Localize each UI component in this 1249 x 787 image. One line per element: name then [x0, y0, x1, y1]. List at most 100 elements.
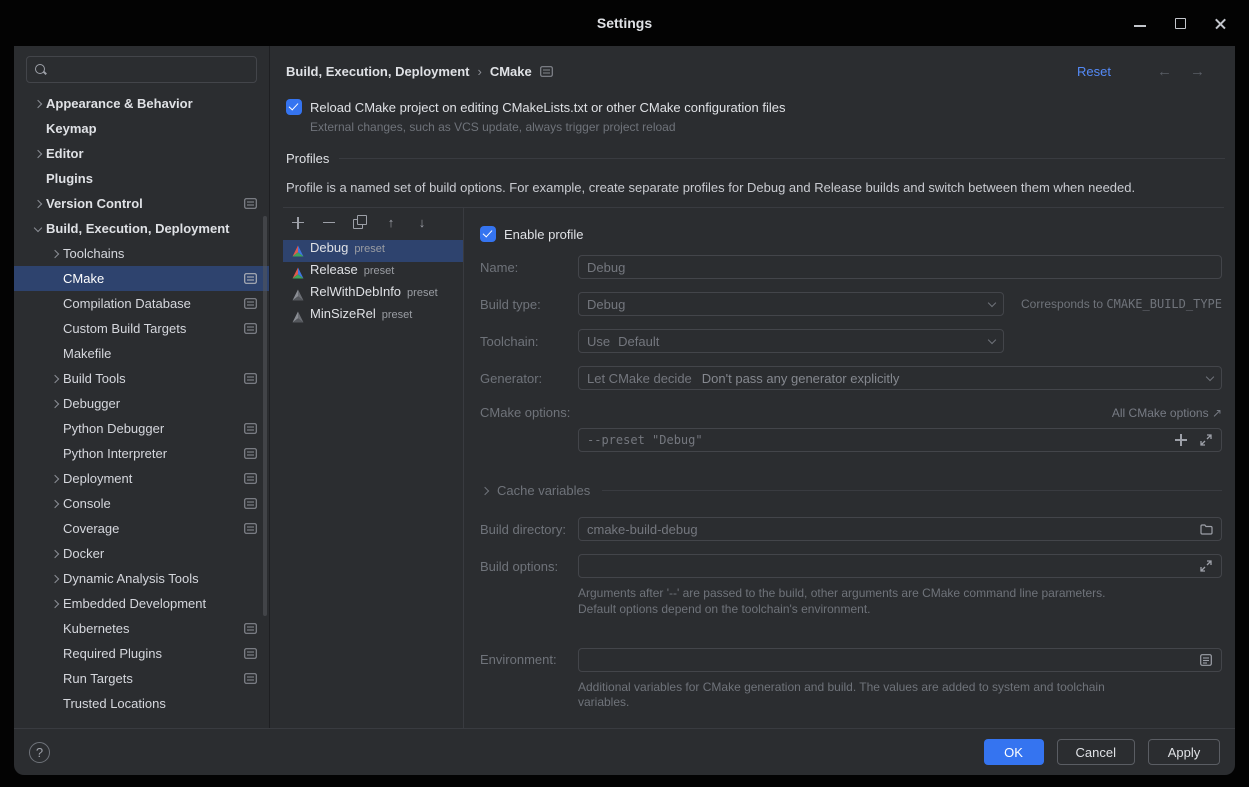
chevron-right-icon[interactable]: [50, 499, 58, 507]
expand-icon[interactable]: [1199, 433, 1213, 447]
environment-field[interactable]: [578, 648, 1222, 672]
breadcrumb-build-execution-deployment[interactable]: Build, Execution, Deployment: [286, 64, 469, 79]
sidebar-item-editor[interactable]: Editor: [14, 141, 269, 166]
maximize-icon[interactable]: [1173, 16, 1187, 30]
sidebar-item-trusted-locations[interactable]: Trusted Locations: [14, 691, 269, 716]
apply-button[interactable]: Apply: [1148, 739, 1220, 765]
sidebar-scrollbar[interactable]: [263, 216, 267, 616]
folder-icon[interactable]: [1199, 522, 1213, 536]
search-input[interactable]: [53, 61, 249, 78]
toolchain-select[interactable]: Use Default: [578, 329, 1004, 353]
chevron-right-icon[interactable]: [50, 574, 58, 582]
enable-profile-checkbox[interactable]: [480, 226, 496, 242]
name-field[interactable]: Debug: [578, 255, 1222, 279]
close-icon[interactable]: [1213, 16, 1227, 30]
cmake-logo-disabled-icon: [292, 311, 304, 323]
build-options-field[interactable]: [578, 554, 1222, 578]
window-controls: [1133, 0, 1227, 46]
forward-icon[interactable]: →: [1190, 63, 1205, 80]
generator-select[interactable]: Let CMake decide Don't pass any generato…: [578, 366, 1222, 390]
sidebar-item-custom-build-targets[interactable]: Custom Build Targets: [14, 316, 269, 341]
sidebar-item-build-execution-deployment[interactable]: Build, Execution, Deployment: [14, 216, 269, 241]
enable-profile-row[interactable]: Enable profile: [480, 226, 1222, 242]
back-icon[interactable]: ←: [1157, 63, 1172, 80]
chevron-right-icon[interactable]: [33, 149, 41, 157]
cmake-options-field[interactable]: --preset "Debug": [578, 428, 1222, 452]
sidebar-item-coverage[interactable]: Coverage: [14, 516, 269, 541]
build-type-note: Corresponds to CMAKE_BUILD_TYPE: [1004, 297, 1222, 311]
title-bar: Settings: [0, 0, 1249, 46]
expand-icon[interactable]: [1199, 559, 1213, 573]
sidebar-item-dynamic-analysis-tools[interactable]: Dynamic Analysis Tools: [14, 566, 269, 591]
sidebar-item-python-interpreter[interactable]: Python Interpreter: [14, 441, 269, 466]
chevron-right-icon[interactable]: [50, 599, 58, 607]
environment-label: Environment:: [480, 652, 578, 667]
sidebar-item-required-plugins[interactable]: Required Plugins: [14, 641, 269, 666]
add-option-icon[interactable]: [1174, 433, 1188, 447]
build-type-select[interactable]: Debug: [578, 292, 1004, 316]
sidebar-item-keymap[interactable]: Keymap: [14, 116, 269, 141]
sidebar-item-run-targets[interactable]: Run Targets: [14, 666, 269, 691]
sidebar-item-python-debugger[interactable]: Python Debugger: [14, 416, 269, 441]
add-profile-icon[interactable]: [290, 215, 306, 231]
sidebar-item-compilation-database[interactable]: Compilation Database: [14, 291, 269, 316]
screen-icon: [244, 448, 257, 459]
profile-row-release[interactable]: Release preset: [283, 262, 463, 284]
chevron-right-icon[interactable]: [50, 474, 58, 482]
settings-dialog: Appearance & Behavior Keymap Editor Plug…: [14, 46, 1235, 775]
sidebar-item-deployment[interactable]: Deployment: [14, 466, 269, 491]
screen-icon: [244, 473, 257, 484]
move-up-icon[interactable]: ↑: [383, 215, 399, 231]
reset-link[interactable]: Reset: [1077, 64, 1111, 79]
cancel-button[interactable]: Cancel: [1057, 739, 1135, 765]
chevron-right-icon[interactable]: [50, 249, 58, 257]
sidebar-item-plugins[interactable]: Plugins: [14, 166, 269, 191]
sidebar-item-makefile[interactable]: Makefile: [14, 341, 269, 366]
chevron-right-icon[interactable]: [50, 399, 58, 407]
variables-list-icon[interactable]: [1199, 653, 1213, 667]
build-directory-field[interactable]: cmake-build-debug: [578, 517, 1222, 541]
profile-row-minsizerel[interactable]: MinSizeRel preset: [283, 306, 463, 328]
environment-hint: Additional variables for CMake generatio…: [578, 680, 1222, 712]
cache-variables-toggle[interactable]: Cache variables: [482, 483, 1222, 498]
chevron-down-icon: [988, 299, 996, 307]
settings-window: Settings Appearance & Behavior: [0, 0, 1249, 787]
ok-button[interactable]: OK: [984, 739, 1044, 765]
profile-row-debug[interactable]: Debug preset: [283, 240, 463, 262]
sidebar-item-kubernetes[interactable]: Kubernetes: [14, 616, 269, 641]
reload-cmake-checkbox-row[interactable]: Reload CMake project on editing CMakeLis…: [286, 99, 1219, 115]
sidebar-item-embedded-development[interactable]: Embedded Development: [14, 591, 269, 616]
sidebar-item-cmake[interactable]: CMake: [14, 266, 269, 291]
profile-row-relwithdebinfo[interactable]: RelWithDebInfo preset: [283, 284, 463, 306]
copy-profile-icon[interactable]: [352, 215, 368, 231]
settings-sidebar: Appearance & Behavior Keymap Editor Plug…: [14, 46, 270, 728]
sidebar-item-console[interactable]: Console: [14, 491, 269, 516]
window-title: Settings: [597, 15, 652, 31]
chevron-right-icon: [481, 486, 489, 494]
sidebar-item-docker[interactable]: Docker: [14, 541, 269, 566]
sidebar-item-toolchains[interactable]: Toolchains: [14, 241, 269, 266]
build-directory-label: Build directory:: [480, 522, 578, 537]
sidebar-item-debugger[interactable]: Debugger: [14, 391, 269, 416]
all-cmake-options-link[interactable]: All CMake options ↗: [1112, 406, 1222, 420]
minimize-icon[interactable]: [1133, 16, 1147, 30]
remove-profile-icon[interactable]: [321, 215, 337, 231]
reload-cmake-checkbox[interactable]: [286, 99, 302, 115]
sidebar-item-version-control[interactable]: Version Control: [14, 191, 269, 216]
toolchain-label: Toolchain:: [480, 334, 578, 349]
sidebar-item-appearance-behavior[interactable]: Appearance & Behavior: [14, 91, 269, 116]
chevron-right-icon[interactable]: [33, 99, 41, 107]
breadcrumb-cmake[interactable]: CMake: [490, 64, 532, 79]
screen-icon: [244, 373, 257, 384]
chevron-down-icon[interactable]: [33, 223, 41, 231]
chevron-right-icon[interactable]: [50, 374, 58, 382]
sidebar-item-build-tools[interactable]: Build Tools: [14, 366, 269, 391]
chevron-right-icon[interactable]: [33, 199, 41, 207]
move-down-icon[interactable]: ↓: [414, 215, 430, 231]
chevron-right-icon[interactable]: [50, 549, 58, 557]
settings-tree: Appearance & Behavior Keymap Editor Plug…: [14, 91, 269, 716]
screen-icon: [244, 673, 257, 684]
help-icon[interactable]: ?: [29, 742, 50, 763]
settings-search[interactable]: [26, 56, 257, 83]
screen-icon: [244, 323, 257, 334]
